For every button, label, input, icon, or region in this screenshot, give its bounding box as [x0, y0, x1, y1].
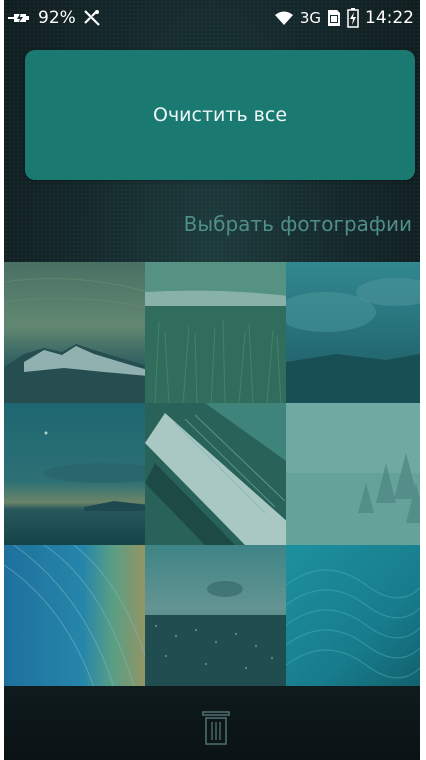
- trash-icon: [202, 711, 230, 745]
- status-left: 92%: [8, 8, 102, 28]
- clear-all-label: Очистить все: [152, 104, 288, 126]
- screen: 92% 3G 14:22 Очистить все Выбрать фотогр…: [4, 0, 420, 760]
- clock: 14:22: [365, 8, 414, 28]
- photo-thumbnail-snowy-coast[interactable]: [145, 403, 290, 545]
- network-type: 3G: [299, 9, 321, 27]
- photo-thumbnail-cloudy-sea[interactable]: [286, 262, 420, 403]
- photo-thumbnail-abstract-waves[interactable]: [4, 545, 149, 686]
- photo-thumbnail-sea-dusk[interactable]: [4, 403, 149, 545]
- photo-grid: [4, 262, 420, 686]
- delete-button[interactable]: [200, 710, 232, 746]
- wifi-icon: [274, 10, 294, 26]
- clear-all-button[interactable]: Очистить все: [25, 50, 415, 180]
- status-right: 3G 14:22: [274, 8, 414, 28]
- battery-icon: [347, 8, 359, 28]
- photo-thumbnail-snowy-mountain[interactable]: [4, 262, 149, 403]
- photo-thumbnail-grass-field[interactable]: [145, 262, 290, 403]
- photo-thumbnail-foggy-forest[interactable]: [286, 403, 420, 545]
- bottom-action-bar: [4, 686, 420, 760]
- photo-thumbnail-city-dusk[interactable]: [145, 545, 290, 686]
- battery-percent: 92%: [38, 8, 76, 28]
- sim-icon: [327, 9, 341, 27]
- select-photos-link[interactable]: Выбрать фотографии: [184, 212, 412, 236]
- photo-thumbnail-teal-waves[interactable]: [286, 545, 420, 686]
- no-signal-tools-icon: [82, 9, 102, 27]
- status-bar: 92% 3G 14:22: [4, 0, 420, 36]
- charging-icon: [8, 10, 32, 26]
